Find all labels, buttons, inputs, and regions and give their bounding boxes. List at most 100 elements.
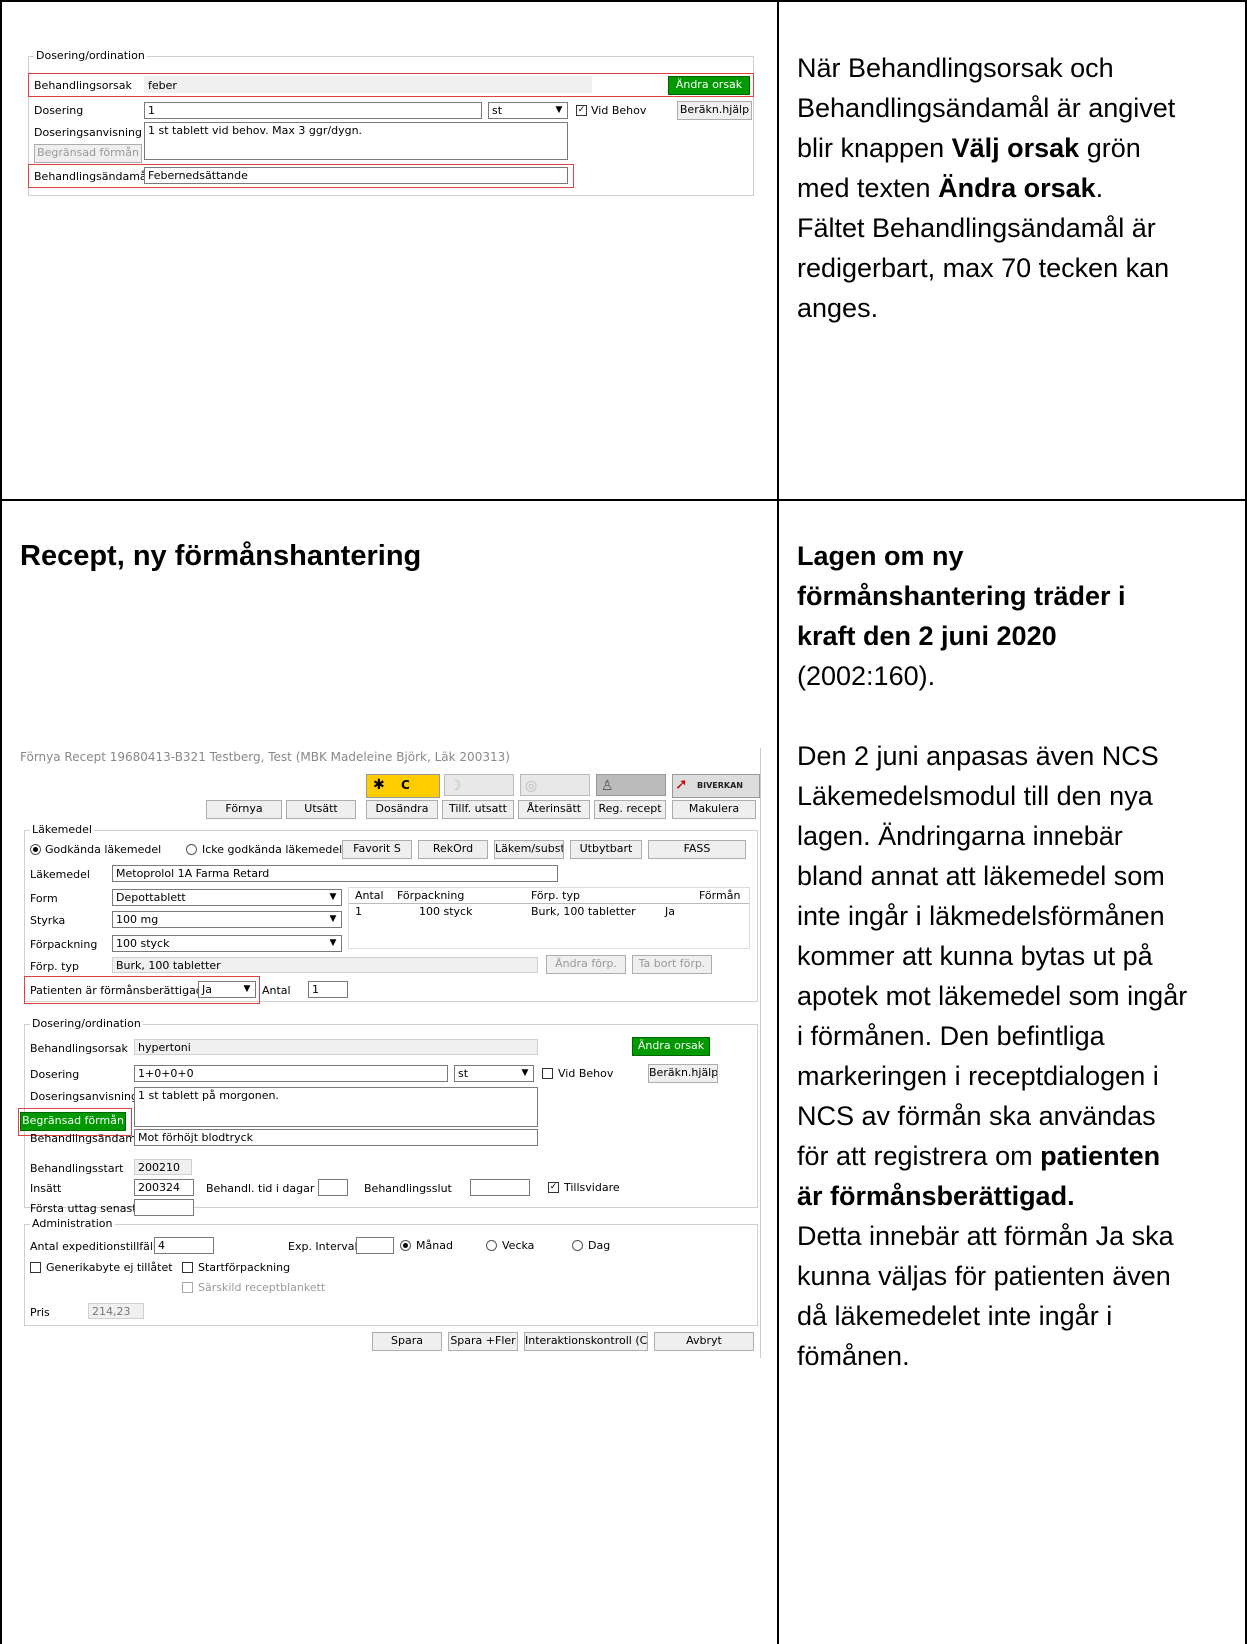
forp-typ-label: Förp. typ — [30, 960, 79, 973]
spara-fler-button[interactable]: Spara +Fler — [448, 1332, 518, 1351]
manad-radio[interactable] — [400, 1240, 411, 1251]
berakn-button[interactable]: Beräkn.hjälp — [648, 1064, 718, 1083]
sarskild-checkbox[interactable] — [182, 1282, 193, 1293]
table-cell: 1 — [355, 905, 362, 918]
behandl-tid-label: Behandl. tid i dagar — [206, 1182, 315, 1195]
lakemedel-input[interactable]: Metoprolol 1A Farma Retard — [112, 865, 558, 882]
unit-select[interactable]: st ▼ — [454, 1065, 534, 1082]
avbryt-button[interactable]: Avbryt — [654, 1332, 754, 1351]
text-line: Lagen om ny — [797, 541, 964, 571]
tillf-utsatt-button[interactable]: Tillf. utsatt — [442, 800, 514, 819]
text-line: inte ingår i läkmedelsförmånen — [797, 901, 1165, 931]
text-line: kraft den 2 juni 2020 — [797, 621, 1057, 651]
package-table: Antal Förpackning Förp. typ Förmån 1 100… — [348, 887, 750, 949]
chevron-down-icon: ▼ — [521, 1068, 529, 1078]
antal-label: Antal — [262, 984, 291, 997]
table-divider-horizontal — [0, 499, 1247, 501]
table-divider-vertical — [777, 0, 779, 1644]
screenshot-dosering: Dosering/ordination Behandlingsorsak feb… — [22, 48, 762, 196]
berakn-button[interactable]: Beräkn.hjälp — [677, 101, 752, 120]
dosering-input[interactable]: 1+0+0+0 — [134, 1065, 448, 1082]
vid-behov-checkbox[interactable] — [542, 1068, 553, 1079]
doseringsanvisning-label: Doseringsanvisning — [30, 1090, 138, 1103]
dosandra-button[interactable]: Dosändra — [366, 800, 438, 819]
styrka-label: Styrka — [30, 914, 66, 927]
godkanda-label: Godkända läkemedel — [45, 843, 162, 856]
icke-godkanda-radio[interactable] — [186, 844, 197, 855]
icke-godkanda-label: Icke godkända läkemedel — [202, 843, 343, 856]
reg-recept-button[interactable]: Reg. recept — [594, 800, 666, 819]
behandlingsorsak-label: Behandlingsorsak — [30, 1042, 128, 1055]
text-line: i förmånen. Den befintliga — [797, 1021, 1105, 1051]
behandlingsandamal-input[interactable]: Mot förhöjt blodtryck — [134, 1129, 538, 1146]
doseringsanvisning-input[interactable]: 1 st tablett på morgonen. — [134, 1087, 538, 1127]
antal-exp-input[interactable]: 4 — [154, 1237, 214, 1254]
generikabyte-checkbox[interactable] — [30, 1262, 41, 1273]
breastfeeding-icon: ◎ — [520, 774, 590, 796]
fass-button[interactable]: FASS — [648, 840, 746, 859]
spara-button[interactable]: Spara — [372, 1332, 442, 1351]
vid-behov-checkbox[interactable]: ✓ — [576, 105, 587, 116]
insatt-input[interactable]: 200324 — [134, 1179, 194, 1196]
table-cell: Burk, 100 tabletter — [531, 905, 636, 918]
screenshot-fornya-recept: Förnya Recept 19680413-B321 Testberg, Te… — [18, 748, 762, 1358]
bottom-right-paragraph: Lagen om ny förmånshantering träder i kr… — [797, 536, 1237, 1376]
utbytbart-button[interactable]: Utbytbart — [570, 840, 642, 859]
behandlingsstart-field: 200210 — [134, 1159, 192, 1175]
text-line: Läkemedelsmodul till den nya — [797, 781, 1153, 811]
startforpackning-checkbox[interactable] — [182, 1262, 193, 1273]
forpackning-select[interactable]: 100 styck ▼ — [112, 935, 342, 952]
rekord-button[interactable]: RekOrd — [418, 840, 488, 859]
favorit-button[interactable]: Favorit S — [342, 840, 412, 859]
begransad-forman-button[interactable]: Begränsad förmån — [34, 144, 142, 163]
ta-bort-forp-button[interactable]: Ta bort förp. — [632, 955, 712, 974]
insatt-label: Insätt — [30, 1182, 62, 1195]
andra-orsak-button[interactable]: Ändra orsak — [632, 1037, 710, 1056]
dag-radio[interactable] — [572, 1240, 583, 1251]
behandlingsslut-input[interactable] — [470, 1179, 530, 1196]
text-line: då läkemedelet inte ingår i — [797, 1301, 1113, 1331]
fornya-button[interactable]: Förnya — [206, 800, 282, 819]
styrka-select[interactable]: 100 mg ▼ — [112, 911, 342, 928]
text-line: för att registrera om patienten — [797, 1141, 1161, 1171]
exp-intervall-label: Exp. Intervall — [288, 1240, 361, 1253]
unit-select[interactable]: st ▼ — [488, 102, 568, 119]
makulera-button[interactable]: Makulera — [672, 800, 756, 819]
dag-label: Dag — [588, 1239, 611, 1252]
table-border-left — [0, 0, 2, 1644]
tillsvidare-checkbox[interactable]: ✓ — [548, 1182, 559, 1193]
text-line: apotek mot läkemedel som ingår — [797, 981, 1188, 1011]
section-title: Recept, ny förmånshantering — [20, 540, 422, 572]
dosering-input[interactable]: 1 — [144, 102, 482, 119]
readonly-field-bg: hypertoni — [134, 1039, 538, 1055]
tillsvidare-label: Tillsvidare — [564, 1181, 620, 1194]
antal-exp-label: Antal expeditionstillfällen — [30, 1240, 170, 1253]
text-line: Behandlingsändamål är angivet — [797, 93, 1176, 123]
biverkan-icon: ➚ BIVERKAN — [672, 774, 760, 798]
form-select[interactable]: Depottablett ▼ — [112, 889, 342, 906]
vid-behov-label: Vid Behov — [591, 104, 647, 117]
window-title: Förnya Recept 19680413-B321 Testberg, Te… — [20, 750, 510, 764]
text-line: kommer att kunna bytas ut på — [797, 941, 1153, 971]
godkanda-radio[interactable] — [30, 844, 41, 855]
utsatt-button[interactable]: Utsätt — [286, 800, 356, 819]
andra-forp-button[interactable]: Ändra förp. — [546, 955, 626, 974]
antal-input[interactable]: 1 — [308, 981, 348, 998]
lakemedel-label: Läkemedel — [30, 868, 90, 881]
text-line: bland annat att läkemedel som — [797, 861, 1165, 891]
forsta-uttag-input[interactable] — [134, 1199, 194, 1216]
c-status-icon: ✱ C — [366, 774, 440, 798]
lakem-subst-button[interactable]: Läkem/subst — [494, 840, 564, 859]
aterinsatt-button[interactable]: Återinsätt — [518, 800, 590, 819]
exp-intervall-input[interactable] — [356, 1237, 394, 1254]
behandl-tid-input[interactable] — [318, 1179, 348, 1196]
sarskild-label: Särskild receptblankett — [198, 1281, 326, 1294]
text-line: (2002:160). — [797, 661, 936, 691]
chevron-down-icon: ▼ — [329, 914, 337, 924]
chevron-down-icon: ▼ — [329, 938, 337, 948]
group-title: Administration — [30, 1217, 115, 1230]
top-right-paragraph: När Behandlingsorsak och Behandlingsända… — [797, 48, 1237, 328]
interaktionskontroll-button[interactable]: Interaktionskontroll (C) — [524, 1332, 648, 1351]
doseringsanvisning-input[interactable]: 1 st tablett vid behov. Max 3 ggr/dygn. — [144, 122, 568, 160]
vecka-radio[interactable] — [486, 1240, 497, 1251]
